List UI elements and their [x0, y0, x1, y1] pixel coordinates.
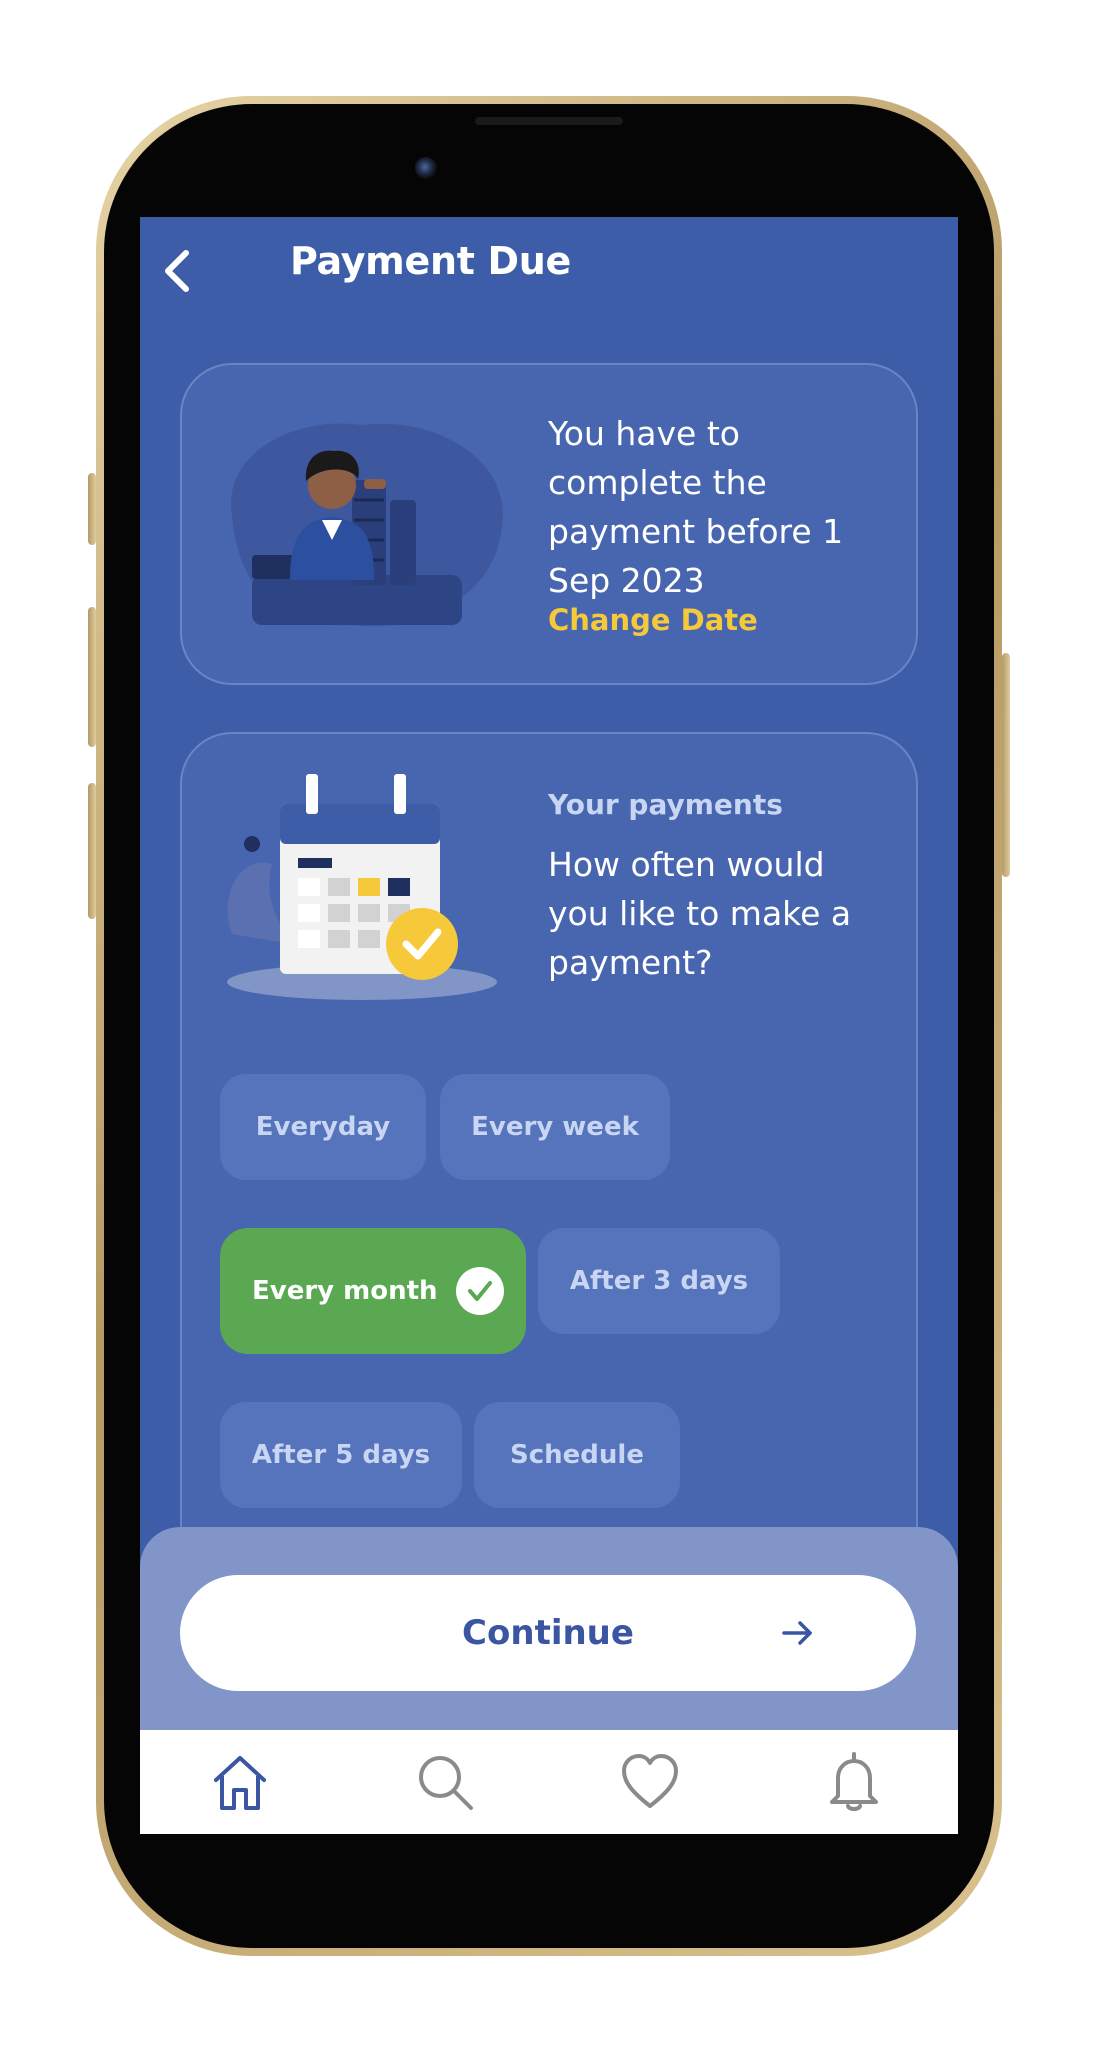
option-after-3-days[interactable]: After 3 days: [538, 1228, 780, 1334]
heart-icon[interactable]: [618, 1750, 682, 1814]
speaker-grille: [475, 117, 623, 125]
option-after-5-days[interactable]: After 5 days: [220, 1402, 462, 1508]
payments-subtitle: Your payments: [548, 788, 783, 821]
volume-down-button: [88, 783, 96, 919]
volume-up-button: [88, 607, 96, 747]
bell-icon[interactable]: [822, 1750, 886, 1814]
person-illustration: [212, 405, 512, 635]
checkmark-icon: [455, 1267, 504, 1315]
option-label: Schedule: [510, 1440, 644, 1470]
back-arrow-icon[interactable]: [158, 245, 198, 297]
arrow-right-icon: [780, 1615, 816, 1651]
due-date-message: You have to complete the payment before …: [548, 414, 844, 600]
option-schedule[interactable]: Schedule: [474, 1402, 680, 1508]
search-icon[interactable]: [413, 1750, 477, 1814]
option-label: Every week: [471, 1112, 639, 1142]
continue-label: Continue: [462, 1613, 634, 1653]
option-label: After 5 days: [251, 1440, 431, 1470]
calendar-illustration: [222, 774, 502, 1014]
continue-panel: Continue: [140, 1527, 958, 1747]
front-camera: [415, 157, 437, 179]
bottom-tab-bar: [140, 1730, 958, 1834]
option-label: After 3 days: [569, 1266, 749, 1296]
payment-frequency-question: How often would you like to make a payme…: [548, 845, 852, 982]
option-everyday[interactable]: Everyday: [220, 1074, 426, 1180]
continue-button[interactable]: Continue: [180, 1575, 916, 1691]
app-screen: Payment Due You have to complete the pay…: [140, 217, 958, 1834]
home-icon[interactable]: [208, 1750, 272, 1814]
power-button: [1002, 653, 1010, 877]
option-every-week[interactable]: Every week: [440, 1074, 670, 1180]
due-date-card: You have to complete the payment before …: [180, 363, 918, 685]
mute-switch: [88, 473, 96, 545]
option-label: Every month: [252, 1276, 438, 1306]
page-title: Payment Due: [290, 239, 571, 283]
change-date-link[interactable]: Change Date: [548, 603, 758, 637]
option-every-month[interactable]: Every month: [220, 1228, 526, 1354]
option-label: Everyday: [255, 1112, 391, 1142]
